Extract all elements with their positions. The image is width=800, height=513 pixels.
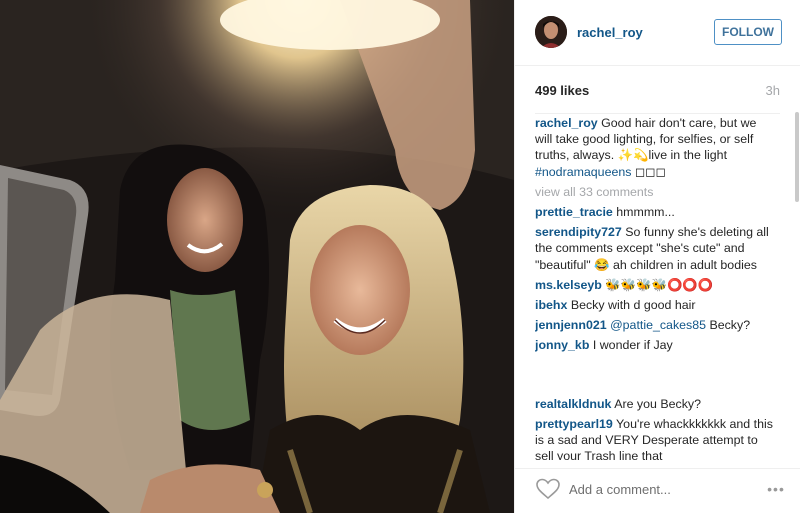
comment-username[interactable]: prettypearl19 — [535, 417, 613, 431]
comment-username[interactable]: ms.kelseyb — [535, 278, 602, 292]
caption: rachel_roy Good hair don't care, but we … — [535, 115, 777, 180]
comment-item: prettypearl19 You're whackkkkkkk and thi… — [535, 416, 777, 460]
comment-spacer — [535, 358, 777, 396]
comment-username[interactable]: jennjenn021 — [535, 318, 607, 332]
comment-text: I wonder if Jay — [592, 338, 673, 353]
comments-list[interactable]: rachel_roy Good hair don't care, but we … — [535, 115, 777, 460]
caption-hashtag[interactable]: #nodramaqueens — [535, 165, 631, 179]
comment-text: Becky with d good hair — [570, 298, 696, 313]
add-comment-input[interactable] — [569, 478, 754, 500]
post-photo-image — [0, 0, 514, 513]
post-header: rachel_roy FOLLOW — [515, 0, 800, 66]
post-footer: ••• — [515, 468, 800, 513]
comment-item: ibehx Becky with d good hair — [535, 297, 777, 313]
avatar-image — [535, 16, 567, 48]
view-all-comments-link[interactable]: view all 33 comments — [535, 184, 777, 200]
post-time[interactable]: 3h — [766, 83, 780, 98]
caption-emoji: ◻◻◻ — [631, 164, 666, 179]
comment-text: hmmmm... — [616, 205, 675, 220]
more-options-icon[interactable]: ••• — [763, 477, 789, 501]
comment-text: Are you Becky? — [614, 396, 701, 411]
comment-item: jonny_kb I wonder if Jay — [535, 337, 777, 353]
comment-text: Becky? — [706, 318, 751, 333]
follow-button[interactable]: FOLLOW — [714, 19, 782, 45]
post-photo[interactable] — [0, 0, 514, 513]
caption-username[interactable]: rachel_roy — [535, 116, 598, 130]
comment-item: prettie_tracie hmmmm... — [535, 204, 777, 220]
comment-item: ms.kelseyb 🐝🐝🐝🐝⭕⭕⭕ — [535, 277, 777, 293]
likes-count[interactable]: 499 likes — [535, 83, 589, 98]
instagram-post: rachel_roy FOLLOW 499 likes 3h rachel_ro… — [0, 0, 800, 513]
comment-item: realtalkldnuk Are you Becky? — [535, 396, 777, 412]
comment-text: 🐝🐝🐝🐝⭕⭕⭕ — [605, 277, 714, 292]
comment-username[interactable]: realtalkldnuk — [535, 397, 611, 411]
comment-username[interactable]: prettie_tracie — [535, 205, 613, 219]
comment-item: serendipity727 So funny she's deleting a… — [535, 224, 777, 273]
comment-item: jennjenn021 @pattie_cakes85 Becky? — [535, 317, 777, 333]
comment-mention[interactable]: @pattie_cakes85 — [610, 318, 706, 332]
post-meta: 499 likes 3h — [535, 83, 780, 114]
header-username[interactable]: rachel_roy — [577, 25, 643, 40]
comment-username[interactable]: jonny_kb — [535, 338, 589, 352]
heart-icon[interactable] — [535, 477, 561, 501]
comment-username[interactable]: ibehx — [535, 298, 567, 312]
avatar[interactable] — [535, 16, 567, 48]
comment-username[interactable]: serendipity727 — [535, 225, 622, 239]
post-side-panel: rachel_roy FOLLOW 499 likes 3h rachel_ro… — [514, 0, 800, 513]
comments-scrollbar[interactable] — [795, 112, 799, 202]
